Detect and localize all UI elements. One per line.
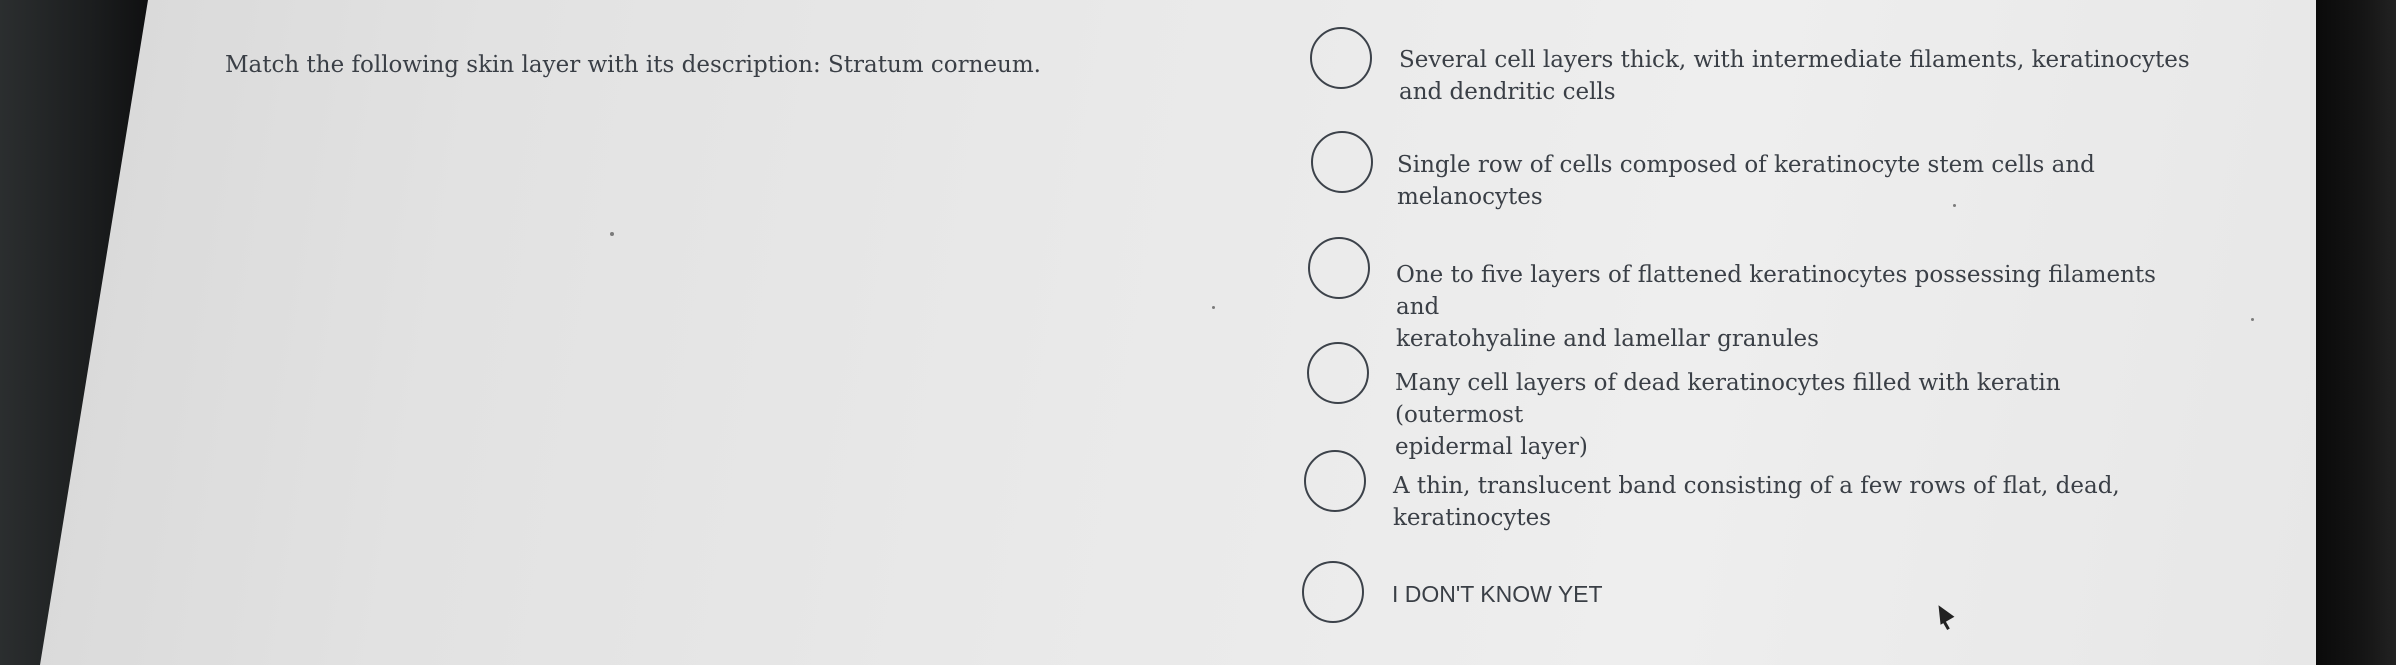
option-5-line-1: A thin, translucent band consisting of a…	[1393, 473, 2120, 499]
option-6-line-1: I DON'T KNOW YET	[1392, 581, 1603, 607]
option-3-line-2: keratohyaline and lamellar granules	[1396, 326, 1819, 352]
option-4-line-2: epidermal layer)	[1395, 434, 1588, 460]
radio-button-5[interactable]	[1304, 450, 1366, 512]
radio-button-4[interactable]	[1307, 342, 1369, 404]
option-1-line-2: and dendritic cells	[1399, 79, 1616, 105]
quiz-screen: Match the following skin layer with its …	[40, 0, 2318, 665]
dust-speck	[1953, 204, 1956, 207]
dust-speck	[1212, 306, 1215, 309]
radio-button-1[interactable]	[1310, 27, 1372, 89]
monitor-bezel-right	[2316, 0, 2396, 665]
option-3-line-1: One to five layers of flattened keratino…	[1396, 262, 2156, 320]
dust-speck	[610, 232, 614, 236]
radio-button-6[interactable]	[1302, 561, 1364, 623]
answer-options: Several cell layers thick, with intermed…	[40, 0, 2318, 665]
option-2-line-2: melanocytes	[1397, 184, 1543, 210]
option-2-line-1: Single row of cells composed of keratino…	[1397, 152, 2095, 178]
option-4-line-1: Many cell layers of dead keratinocytes f…	[1395, 370, 2061, 428]
photo-frame: Match the following skin layer with its …	[0, 0, 2396, 665]
option-5-line-2: keratinocytes	[1393, 505, 1552, 531]
radio-button-2[interactable]	[1311, 131, 1373, 193]
option-1-line-1: Several cell layers thick, with intermed…	[1399, 47, 2190, 73]
dust-speck	[2251, 318, 2254, 321]
radio-button-3[interactable]	[1308, 237, 1370, 299]
